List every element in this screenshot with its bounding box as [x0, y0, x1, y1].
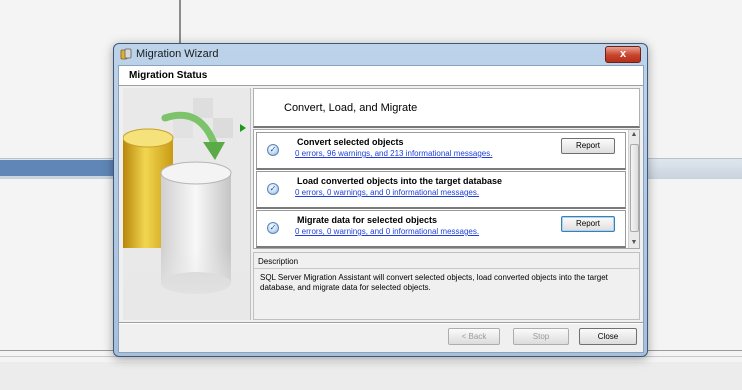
divider — [254, 268, 639, 269]
description-text: SQL Server Migration Assistant will conv… — [260, 273, 608, 292]
task-title: Convert selected objects — [297, 137, 404, 147]
page-title: Migration Status — [129, 70, 208, 81]
list-item: ✓ Migrate data for selected objects 0 er… — [256, 210, 626, 248]
dialog-client: Migration Status Convert, Load, and Migr… — [118, 65, 644, 353]
scroll-thumb[interactable] — [630, 144, 639, 232]
task-title: Migrate data for selected objects — [297, 215, 438, 225]
back-button[interactable]: < Back — [448, 328, 500, 345]
background-selection — [0, 160, 116, 176]
task-summary-link[interactable]: 0 errors, 96 warnings, and 213 informati… — [295, 149, 492, 158]
task-title: Load converted objects into the target d… — [297, 176, 503, 186]
check-circle-icon: ✓ — [267, 183, 279, 195]
step-title: Convert, Load, and Migrate — [284, 102, 418, 114]
check-circle-icon: ✓ — [267, 144, 279, 156]
task-summary-link[interactable]: 0 errors, 0 warnings, and 0 informationa… — [295, 227, 479, 236]
scroll-down-icon[interactable]: ▼ — [629, 238, 639, 248]
window-title: Migration Wizard — [136, 48, 219, 60]
task-list: ✓ Convert selected objects 0 errors, 96 … — [253, 129, 640, 249]
background-statusbar — [0, 362, 742, 390]
step-header: Convert, Load, and Migrate — [253, 88, 640, 128]
description-label: Description — [258, 257, 299, 266]
header-strip: Migration Status — [119, 66, 643, 86]
app-icon — [120, 48, 132, 60]
list-item: ✓ Load converted objects into the target… — [256, 171, 626, 209]
close-button[interactable]: Close — [579, 328, 637, 345]
database-migration-illustration — [123, 88, 250, 320]
window-close-button[interactable]: x — [605, 46, 641, 63]
migration-wizard-window: Migration Wizard x Migration Status Conv… — [113, 43, 648, 357]
list-item: ✓ Convert selected objects 0 errors, 96 … — [256, 132, 626, 170]
vertical-scrollbar[interactable]: ▲ ▼ — [628, 130, 639, 248]
task-summary-link[interactable]: 0 errors, 0 warnings, and 0 informationa… — [295, 188, 479, 197]
scroll-up-icon[interactable]: ▲ — [629, 130, 639, 140]
wizard-illustration — [123, 88, 251, 320]
report-button[interactable]: Report — [561, 216, 615, 232]
report-button[interactable]: Report — [561, 138, 615, 154]
title-bar[interactable]: Migration Wizard x — [114, 44, 647, 64]
current-step-arrow-icon — [240, 124, 246, 132]
description-panel: Description SQL Server Migration Assista… — [253, 252, 640, 320]
stop-button[interactable]: Stop — [513, 328, 569, 345]
check-circle-icon: ✓ — [267, 222, 279, 234]
footer-divider — [119, 323, 643, 324]
